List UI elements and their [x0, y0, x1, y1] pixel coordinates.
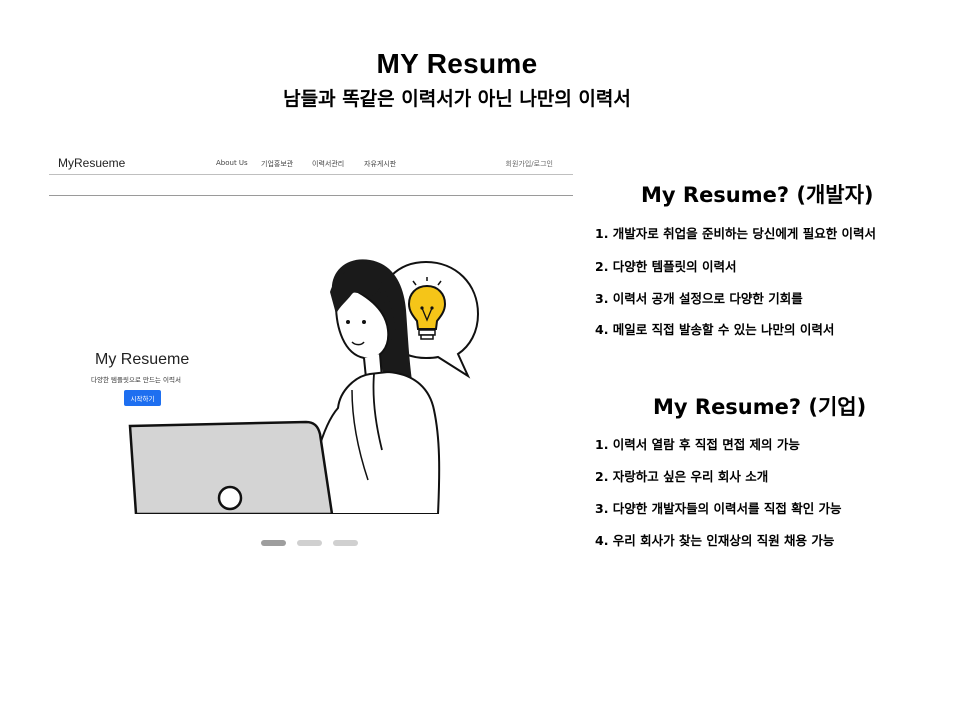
- nav-link-board[interactable]: 자유게시판: [364, 159, 396, 169]
- developer-item: 2. 다양한 템플릿의 이력서: [595, 259, 737, 274]
- nav-link-auth[interactable]: 회원가입/로그인: [506, 159, 553, 169]
- mockup-divider: [49, 195, 573, 196]
- developer-item: 3. 이력서 공개 설정으로 다양한 기회를: [595, 291, 803, 306]
- developer-section-title: My Resume? (개발자): [641, 183, 874, 207]
- woman-laptop-illustration: [128, 259, 480, 514]
- nav-link-resume[interactable]: 이력서관리: [312, 159, 344, 169]
- carousel-dot[interactable]: [333, 540, 358, 546]
- developer-item: 4. 메일로 직접 발송할 수 있는 나만의 이력서: [595, 322, 835, 337]
- carousel-dot[interactable]: [261, 540, 286, 546]
- company-item: 1. 이력서 열람 후 직접 면접 제의 가능: [595, 437, 800, 452]
- mockup-brand[interactable]: MyResueme: [58, 156, 125, 170]
- company-item: 2. 자랑하고 싶은 우리 회사 소개: [595, 469, 769, 484]
- page-title: MY Resume: [376, 48, 538, 79]
- nav-link-company[interactable]: 기업홍보관: [261, 159, 293, 169]
- nav-link-about[interactable]: About Us: [216, 159, 248, 167]
- company-item: 3. 다양한 개발자들의 이력서를 직접 확인 가능: [595, 501, 842, 516]
- developer-item: 1. 개발자로 취업을 준비하는 당신에게 필요한 이력서: [595, 226, 877, 241]
- company-item: 4. 우리 회사가 찾는 인재상의 직원 채용 가능: [595, 533, 835, 548]
- mockup-navbar: MyResueme About Us 기업홍보관 이력서관리 자유게시판 회원가…: [49, 148, 573, 175]
- page-subtitle: 남들과 똑같은 이력서가 아닌 나만의 이력서: [283, 88, 631, 110]
- website-mockup: MyResueme About Us 기업홍보관 이력서관리 자유게시판 회원가…: [49, 148, 573, 558]
- carousel-dot[interactable]: [297, 540, 322, 546]
- company-section-title: My Resume? (기업): [653, 395, 867, 419]
